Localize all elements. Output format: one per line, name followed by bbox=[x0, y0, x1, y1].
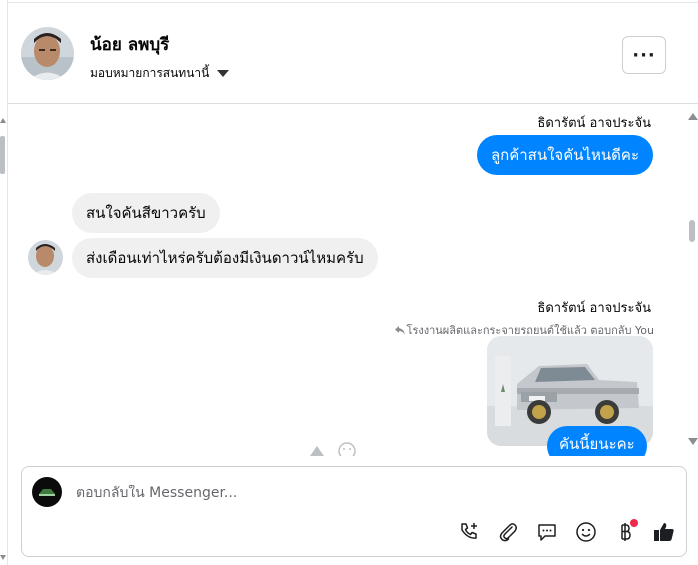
message-thread[interactable]: ธิดารัตน์ อาจประจัน ลูกค้าสนใจคันไหนดีคะ… bbox=[8, 104, 698, 456]
phone-plus-icon[interactable] bbox=[456, 519, 481, 544]
thumbs-up-icon[interactable] bbox=[651, 519, 676, 544]
paperclip-icon[interactable] bbox=[495, 519, 520, 544]
incoming-message[interactable]: สนใจคันสีขาวครับ bbox=[72, 193, 220, 233]
message-composer bbox=[21, 466, 687, 557]
reply-arrow-icon bbox=[394, 325, 405, 335]
outgoing-message[interactable]: คันนี้ยนะคะ bbox=[547, 426, 647, 456]
sender-name: ธิดารัตน์ อาจประจัน bbox=[537, 301, 651, 316]
reply-icon[interactable] bbox=[310, 446, 324, 456]
thread-scrollbar[interactable] bbox=[686, 104, 698, 456]
scroll-thumb[interactable] bbox=[689, 220, 695, 242]
scroll-thumb[interactable] bbox=[0, 136, 5, 174]
contact-name[interactable]: น้อย ลพบุรี bbox=[90, 31, 169, 58]
scroll-down-arrow[interactable] bbox=[688, 438, 698, 445]
page-avatar bbox=[32, 477, 62, 507]
message-actions bbox=[310, 442, 356, 456]
sender-name: ธิดารัตน์ อาจประจัน bbox=[537, 116, 651, 131]
scroll-up-arrow[interactable] bbox=[0, 118, 6, 123]
notification-dot bbox=[630, 519, 638, 527]
baht-icon[interactable] bbox=[612, 519, 638, 544]
more-dots-icon: ··· bbox=[632, 44, 656, 66]
assign-label: มอบหมายการสนทนานี้ bbox=[90, 66, 210, 80]
outgoing-message[interactable]: ลูกค้าสนใจคันไหนดีคะ bbox=[476, 135, 653, 175]
composer-toolbar bbox=[456, 519, 676, 544]
scroll-down-arrow[interactable] bbox=[0, 555, 6, 560]
react-smiley-icon[interactable] bbox=[338, 442, 356, 456]
chat-bubble-icon[interactable] bbox=[534, 519, 559, 544]
messenger-panel: น้อย ลพบุรี มอบหมายการสนทนานี้ ··· ธิดาร… bbox=[0, 0, 698, 565]
more-options-button[interactable]: ··· bbox=[622, 36, 666, 74]
message-input[interactable] bbox=[76, 485, 636, 501]
contact-avatar[interactable] bbox=[21, 27, 74, 80]
left-scrollbar[interactable] bbox=[0, 0, 8, 565]
smiley-icon[interactable] bbox=[573, 519, 598, 544]
contact-avatar-small[interactable] bbox=[28, 240, 63, 275]
scroll-up-arrow[interactable] bbox=[688, 113, 698, 120]
assign-conversation-dropdown[interactable]: มอบหมายการสนทนานี้ bbox=[90, 64, 230, 83]
chevron-down-icon bbox=[217, 70, 230, 77]
conversation-header: น้อย ลพบุรี มอบหมายการสนทนานี้ ··· bbox=[8, 2, 698, 104]
incoming-message[interactable]: ส่งเดือนเท่าไหร่ครับต้องมีเงินดาวน์ไหมคร… bbox=[72, 238, 378, 278]
